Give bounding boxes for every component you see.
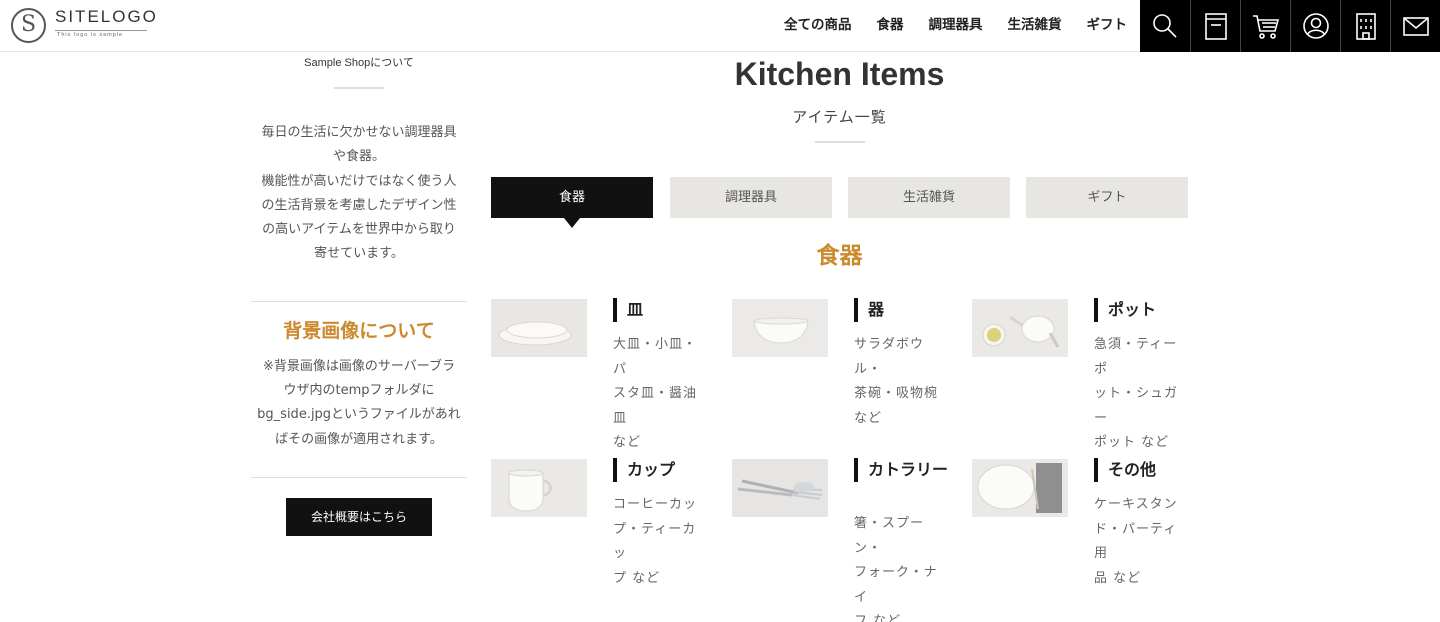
page-subtitle: アイテム一覧 xyxy=(792,108,887,126)
item-title[interactable]: ポット xyxy=(1094,298,1190,322)
item-description: サラダボウル・ 茶碗・吸物椀 など xyxy=(854,337,939,426)
company-info-button[interactable]: 会社概要はこちら xyxy=(286,497,432,536)
divider xyxy=(251,300,467,302)
divider xyxy=(814,141,865,143)
site-header: S SITELOGO This logo is sample 全ての商品 食器 … xyxy=(0,0,1440,52)
sidebar-caption: Sample Shopについて xyxy=(304,57,414,69)
page-title: Kitchen Items xyxy=(734,56,945,92)
item-title[interactable]: カトラリー xyxy=(854,458,950,482)
user-icon xyxy=(1302,13,1329,39)
nav-cookware[interactable]: 調理器具 xyxy=(929,13,983,33)
cart-icon xyxy=(1252,15,1279,39)
logo-mark: S xyxy=(11,8,46,43)
nav-tableware[interactable]: 食器 xyxy=(877,13,904,33)
item-title[interactable]: 皿 xyxy=(613,298,709,322)
global-nav: 全ての商品 食器 調理器具 生活雑貨 ギフト xyxy=(784,0,1127,46)
sidebar: Sample Shopについて 毎日の生活に欠かせない調理器具 や食器。 機能性… xyxy=(251,52,467,536)
tab-household[interactable]: 生活雑貨 xyxy=(848,177,1010,218)
nav-gift[interactable]: ギフト xyxy=(1087,13,1128,33)
tab-cookware[interactable]: 調理器具 xyxy=(670,177,832,218)
cutlery-image[interactable] xyxy=(732,459,828,517)
logo-subtext: This logo is sample xyxy=(57,32,124,38)
item-title[interactable]: カップ xyxy=(613,458,709,482)
bowl-image[interactable] xyxy=(732,299,828,357)
logo-text: SITELOGO xyxy=(55,7,158,26)
site-logo[interactable]: S SITELOGO This logo is sample xyxy=(11,7,161,45)
cart-button[interactable] xyxy=(1240,0,1290,52)
divider xyxy=(251,476,467,478)
contact-button[interactable] xyxy=(1390,0,1440,52)
other-image[interactable] xyxy=(972,459,1068,517)
bg-image-heading: 背景画像について xyxy=(283,319,435,342)
company-icon xyxy=(1355,13,1376,40)
catalog-button[interactable] xyxy=(1190,0,1240,52)
item-description: ケーキスタン ド・パーティ用品 など xyxy=(1094,497,1178,586)
divider xyxy=(334,87,384,89)
item-description: 箸・スプーン・ フォーク・ナイフ など xyxy=(854,516,938,622)
item-description: 大皿・小皿・パ スタ皿・醤油皿 など xyxy=(613,337,698,450)
main-content: Kitchen Items アイテム一覧 食器 調理器具 生活雑貨 ギフト 食器… xyxy=(491,52,1188,622)
bg-image-note: ※背景画像は画像のサーバーブラ ウザ内のtempフォルダに bg_side.jp… xyxy=(257,358,461,447)
mail-icon xyxy=(1402,17,1429,36)
tab-gift[interactable]: ギフト xyxy=(1026,177,1188,218)
nav-household[interactable]: 生活雑貨 xyxy=(1008,13,1062,33)
category-tabs: 食器 調理器具 生活雑貨 ギフト xyxy=(491,177,1188,228)
plate-image[interactable] xyxy=(491,299,587,357)
company-button[interactable] xyxy=(1340,0,1390,52)
nav-all-products[interactable]: 全ての商品 xyxy=(784,13,852,33)
catalog-icon xyxy=(1204,13,1227,40)
item-title[interactable]: その他 xyxy=(1094,458,1190,482)
item-title[interactable]: 器 xyxy=(854,298,950,322)
cup-image[interactable] xyxy=(491,459,587,517)
search-icon xyxy=(1153,14,1177,38)
section-title: 食器 xyxy=(816,243,863,269)
account-button[interactable] xyxy=(1290,0,1340,52)
search-button[interactable] xyxy=(1140,0,1190,52)
pot-image[interactable] xyxy=(972,299,1068,357)
header-icon-bar xyxy=(1140,0,1440,52)
item-description: コーヒーカッ プ・ティーカップ など xyxy=(613,497,698,586)
shop-description: 毎日の生活に欠かせない調理器具 や食器。 機能性が高いだけではなく使う人 の生活… xyxy=(261,125,457,262)
tab-tableware[interactable]: 食器 xyxy=(491,177,653,228)
item-description: 急須・ティーポ ット・シュガー ポット など xyxy=(1094,337,1179,450)
